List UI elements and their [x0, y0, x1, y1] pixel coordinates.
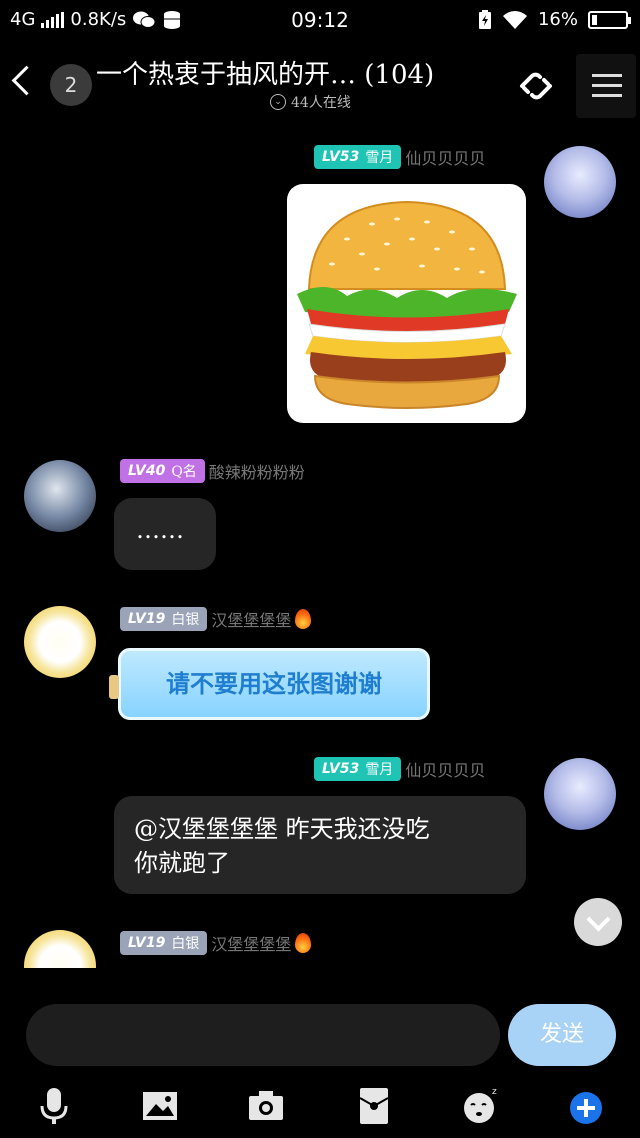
- wifi-icon: [502, 10, 527, 29]
- level-text: LV19: [128, 611, 166, 627]
- nickname[interactable]: 酸辣粉粉粉粉: [209, 459, 305, 483]
- nickname[interactable]: 仙贝贝贝贝: [405, 145, 485, 169]
- svg-text:z: z: [492, 1087, 497, 1097]
- status-right: 16%: [478, 9, 631, 30]
- level-title: 白银: [171, 936, 200, 952]
- unread-count-badge[interactable]: 2: [50, 64, 92, 106]
- chevron-down-icon: ⌄: [270, 94, 286, 110]
- message-text-line: @汉堡堡堡堡 昨天我还没吃: [134, 815, 430, 843]
- level-text: LV53: [322, 761, 360, 777]
- message-3: LV19 白银 汉堡堡堡堡 请不要用这张图谢谢: [0, 604, 640, 724]
- emoji-icon[interactable]: z: [460, 1084, 500, 1128]
- online-count: 44人在线: [291, 95, 351, 111]
- image-icon[interactable]: [140, 1084, 180, 1128]
- fire-icon: [295, 609, 312, 629]
- level-badge: LV53 雪月: [314, 757, 402, 781]
- menu-line: [592, 84, 622, 87]
- level-badge: LV19 白银: [120, 931, 208, 955]
- level-title: 雪月: [365, 150, 394, 166]
- burger-image: [297, 200, 517, 409]
- level-title: 雪月: [365, 762, 394, 778]
- status-bar: 4G 0.8K/s 09:12 16%: [0, 0, 640, 40]
- avatar[interactable]: [24, 460, 96, 532]
- avatar[interactable]: [24, 930, 96, 968]
- text-message[interactable]: ……: [114, 498, 216, 570]
- message-1: LV53 雪月 仙贝贝贝贝: [0, 140, 640, 430]
- message-2: LV40 Q名 酸辣粉粉粉粉 ……: [0, 458, 640, 578]
- fire-icon: [295, 933, 312, 953]
- level-text: LV53: [322, 149, 360, 165]
- sender-info: LV40 Q名 酸辣粉粉粉粉: [120, 458, 305, 484]
- level-text: LV19: [128, 935, 166, 951]
- level-badge: LV40 Q名: [120, 459, 205, 483]
- send-button[interactable]: 发送: [508, 1004, 616, 1066]
- level-title: Q名: [171, 464, 197, 480]
- message-input[interactable]: [26, 1004, 500, 1066]
- message-text: 请不要用这张图谢谢: [166, 670, 382, 698]
- red-packet-icon[interactable]: [354, 1084, 394, 1128]
- message-text: ……: [136, 516, 184, 544]
- online-status[interactable]: ⌄ 44人在线: [270, 92, 351, 112]
- nickname[interactable]: 汉堡堡堡堡: [211, 607, 291, 631]
- image-message[interactable]: [287, 184, 526, 423]
- scroll-down-button[interactable]: [574, 898, 622, 946]
- avatar[interactable]: [24, 606, 96, 678]
- level-badge: LV19 白银: [120, 607, 208, 631]
- chat-header: 2 一个热衷于抽风的开… (104) ⌄ 44人在线: [0, 44, 640, 128]
- battery-percent: 16%: [537, 9, 578, 30]
- back-button[interactable]: [6, 62, 38, 102]
- sender-info: LV19 白银 汉堡堡堡堡: [120, 606, 312, 632]
- message-4: LV53 雪月 仙贝贝贝贝 @汉堡堡堡堡 昨天我还没吃 你就跑了: [0, 756, 640, 896]
- nickname[interactable]: 汉堡堡堡堡: [211, 931, 291, 955]
- input-toolbar: z: [0, 1078, 640, 1134]
- bottle-message[interactable]: 请不要用这张图谢谢: [109, 648, 430, 720]
- camera-icon[interactable]: [246, 1084, 286, 1128]
- microphone-icon[interactable]: [34, 1084, 74, 1128]
- nickname[interactable]: 仙贝贝贝贝: [405, 757, 485, 781]
- message-5: LV19 白银 汉堡堡堡堡: [0, 928, 640, 968]
- level-text: LV40: [128, 463, 166, 479]
- avatar[interactable]: [544, 146, 616, 218]
- text-message[interactable]: @汉堡堡堡堡 昨天我还没吃 你就跑了: [114, 796, 526, 894]
- group-title[interactable]: 一个热衷于抽风的开… (104): [96, 54, 506, 91]
- level-title: 白银: [171, 612, 200, 628]
- link-icon[interactable]: [514, 64, 558, 108]
- battery-saver-icon: [478, 9, 491, 29]
- message-text-line: 你就跑了: [134, 849, 230, 877]
- level-badge: LV53 雪月: [314, 145, 402, 169]
- battery-icon: [588, 10, 631, 29]
- plus-icon[interactable]: [566, 1084, 606, 1128]
- sender-info: LV53 雪月 仙贝贝贝贝: [314, 144, 485, 170]
- menu-button[interactable]: [576, 54, 636, 118]
- menu-line: [592, 94, 622, 97]
- sender-info: LV19 白银 汉堡堡堡堡: [120, 930, 312, 956]
- battery-fill: [592, 14, 597, 25]
- sender-info: LV53 雪月 仙贝贝贝贝: [314, 756, 485, 782]
- menu-line: [592, 74, 622, 77]
- avatar[interactable]: [544, 758, 616, 830]
